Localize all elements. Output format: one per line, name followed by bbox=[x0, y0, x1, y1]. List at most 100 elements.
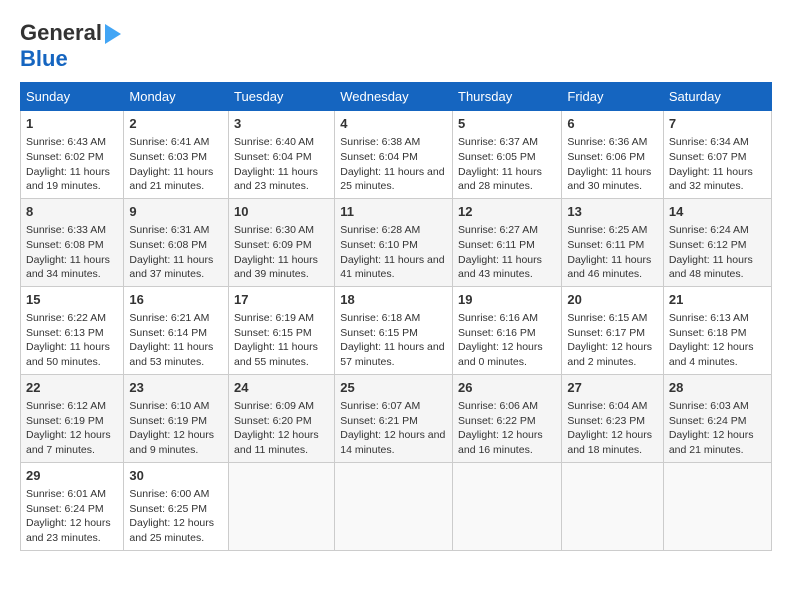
day-number: 24 bbox=[234, 379, 329, 397]
logo: General Blue bbox=[20, 20, 121, 72]
calendar-cell: 24 Sunrise: 6:09 AM Sunset: 6:20 PM Dayligh… bbox=[229, 374, 335, 462]
sunrise-text: Sunrise: 6:37 AM bbox=[458, 136, 538, 148]
daylight-text: Daylight: 11 hours and 32 minutes. bbox=[669, 166, 753, 193]
calendar-cell: 29Sunrise: 6:01 AMSunset: 6:24 PMDayligh… bbox=[21, 462, 124, 550]
daylight-text: Daylight: 11 hours and 57 minutes. bbox=[340, 341, 444, 368]
calendar-cell: 1Sunrise: 6:43 AMSunset: 6:02 PMDaylight… bbox=[21, 111, 124, 199]
daylight-text: Daylight: 11 hours and 25 minutes. bbox=[340, 166, 444, 193]
day-header-wednesday: Wednesday bbox=[335, 83, 453, 111]
day-number: 13 bbox=[567, 203, 657, 221]
calendar-cell: 21Sunrise: 6:13 AMSunset: 6:18 PMDayligh… bbox=[663, 286, 771, 374]
calendar-cell: 12Sunrise: 6:27 AMSunset: 6:11 PMDayligh… bbox=[453, 198, 562, 286]
sunrise-text: Sunrise: 6:25 AM bbox=[567, 224, 647, 236]
calendar-cell: 23Sunrise: 6:10 AMSunset: 6:19 PMDayligh… bbox=[124, 374, 229, 462]
daylight-text: Daylight: 12 hours and 23 minutes. bbox=[26, 517, 111, 544]
daylight-text: Daylight: 12 hours and 16 minutes. bbox=[458, 429, 543, 456]
calendar-week-row: 15Sunrise: 6:22 AMSunset: 6:13 PMDayligh… bbox=[21, 286, 772, 374]
calendar-cell: 28Sunrise: 6:03 AMSunset: 6:24 PMDayligh… bbox=[663, 374, 771, 462]
calendar-cell bbox=[453, 462, 562, 550]
sunrise-text: Sunrise: 6:43 AM bbox=[26, 136, 106, 148]
daylight-text: Daylight: 12 hours and 2 minutes. bbox=[567, 341, 652, 368]
calendar-week-row: 29Sunrise: 6:01 AMSunset: 6:24 PMDayligh… bbox=[21, 462, 772, 550]
sunset-text: Sunset: 6:20 PM bbox=[234, 415, 312, 427]
day-number: 15 bbox=[26, 291, 118, 309]
daylight-text: Daylight: 12 hours and 11 minutes. bbox=[234, 429, 319, 456]
day-number: 5 bbox=[458, 115, 556, 133]
day-header-monday: Monday bbox=[124, 83, 229, 111]
daylight-text: Daylight: 12 hours and 0 minutes. bbox=[458, 341, 543, 368]
daylight-text: Daylight: 11 hours and 53 minutes. bbox=[129, 341, 213, 368]
sunrise-text: Sunrise: 6:24 AM bbox=[669, 224, 749, 236]
calendar-cell: 7Sunrise: 6:34 AMSunset: 6:07 PMDaylight… bbox=[663, 111, 771, 199]
calendar-week-row: 22Sunrise: 6:12 AMSunset: 6:19 PMDayligh… bbox=[21, 374, 772, 462]
daylight-text: Daylight: 12 hours and 14 minutes. bbox=[340, 429, 445, 456]
calendar-cell bbox=[663, 462, 771, 550]
sunset-text: Sunset: 6:08 PM bbox=[26, 239, 104, 251]
sunset-text: Sunset: 6:22 PM bbox=[458, 415, 536, 427]
calendar-cell: 15Sunrise: 6:22 AMSunset: 6:13 PMDayligh… bbox=[21, 286, 124, 374]
daylight-text: Daylight: 11 hours and 23 minutes. bbox=[234, 166, 318, 193]
day-header-friday: Friday bbox=[562, 83, 663, 111]
sunrise-text: Sunrise: 6:04 AM bbox=[567, 400, 647, 412]
day-number: 23 bbox=[129, 379, 223, 397]
sunrise-text: Sunrise: 6:10 AM bbox=[129, 400, 209, 412]
day-number: 6 bbox=[567, 115, 657, 133]
sunset-text: Sunset: 6:14 PM bbox=[129, 327, 207, 339]
calendar-header-row: SundayMondayTuesdayWednesdayThursdayFrid… bbox=[21, 83, 772, 111]
sunrise-text: Sunrise: 6:41 AM bbox=[129, 136, 209, 148]
daylight-text: Daylight: 12 hours and 25 minutes. bbox=[129, 517, 214, 544]
sunrise-text: Sunrise: 6:00 AM bbox=[129, 488, 209, 500]
sunrise-text: Sunrise: 6:09 AM bbox=[234, 400, 314, 412]
day-header-tuesday: Tuesday bbox=[229, 83, 335, 111]
calendar-week-row: 8Sunrise: 6:33 AMSunset: 6:08 PMDaylight… bbox=[21, 198, 772, 286]
day-header-sunday: Sunday bbox=[21, 83, 124, 111]
daylight-text: Daylight: 11 hours and 19 minutes. bbox=[26, 166, 110, 193]
calendar-cell: 9Sunrise: 6:31 AMSunset: 6:08 PMDaylight… bbox=[124, 198, 229, 286]
calendar-cell: 2Sunrise: 6:41 AMSunset: 6:03 PMDaylight… bbox=[124, 111, 229, 199]
sunset-text: Sunset: 6:09 PM bbox=[234, 239, 312, 251]
calendar-cell: 3Sunrise: 6:40 AMSunset: 6:04 PMDaylight… bbox=[229, 111, 335, 199]
logo-blue: Blue bbox=[20, 46, 68, 71]
daylight-text: Daylight: 11 hours and 39 minutes. bbox=[234, 254, 318, 281]
daylight-text: Daylight: 12 hours and 9 minutes. bbox=[129, 429, 214, 456]
day-number: 26 bbox=[458, 379, 556, 397]
daylight-text: Daylight: 11 hours and 46 minutes. bbox=[567, 254, 651, 281]
calendar-cell: 5 Sunrise: 6:37 AM Sunset: 6:05 PM Daylight… bbox=[453, 111, 562, 199]
calendar-cell: 18Sunrise: 6:18 AMSunset: 6:15 PMDayligh… bbox=[335, 286, 453, 374]
sunrise-text: Sunrise: 6:01 AM bbox=[26, 488, 106, 500]
day-number: 10 bbox=[234, 203, 329, 221]
day-number: 2 bbox=[129, 115, 223, 133]
sunset-text: Sunset: 6:11 PM bbox=[567, 239, 644, 251]
sunrise-text: Sunrise: 6:07 AM bbox=[340, 400, 420, 412]
daylight-text: Daylight: 11 hours and 50 minutes. bbox=[26, 341, 110, 368]
daylight-text: Daylight: 11 hours and 28 minutes. bbox=[458, 166, 542, 193]
sunset-text: Sunset: 6:25 PM bbox=[129, 503, 207, 515]
day-number: 7 bbox=[669, 115, 766, 133]
calendar-cell bbox=[229, 462, 335, 550]
sunrise-text: Sunrise: 6:31 AM bbox=[129, 224, 209, 236]
sunset-text: Sunset: 6:07 PM bbox=[669, 151, 747, 163]
day-number: 4 bbox=[340, 115, 447, 133]
sunrise-text: Sunrise: 6:06 AM bbox=[458, 400, 538, 412]
sunset-text: Sunset: 6:12 PM bbox=[669, 239, 747, 251]
sunset-text: Sunset: 6:17 PM bbox=[567, 327, 645, 339]
sunrise-text: Sunrise: 6:38 AM bbox=[340, 136, 420, 148]
calendar-week-row: 1Sunrise: 6:43 AMSunset: 6:02 PMDaylight… bbox=[21, 111, 772, 199]
daylight-text: Daylight: 12 hours and 18 minutes. bbox=[567, 429, 652, 456]
logo-arrow-icon bbox=[105, 24, 121, 44]
sunset-text: Sunset: 6:10 PM bbox=[340, 239, 418, 251]
calendar-cell bbox=[562, 462, 663, 550]
daylight-text: Daylight: 12 hours and 7 minutes. bbox=[26, 429, 111, 456]
sunset-text: Sunset: 6:02 PM bbox=[26, 151, 104, 163]
sunset-text: Sunset: 6:15 PM bbox=[234, 327, 312, 339]
sunset-text: Sunset: 6:13 PM bbox=[26, 327, 104, 339]
sunset-text: Sunset: 6:18 PM bbox=[669, 327, 747, 339]
sunset-text: Sunset: 6:24 PM bbox=[669, 415, 747, 427]
sunset-text: Sunset: 6:05 PM bbox=[458, 151, 536, 163]
sunrise-text: Sunrise: 6:33 AM bbox=[26, 224, 106, 236]
day-number: 25 bbox=[340, 379, 447, 397]
sunrise-text: Sunrise: 6:27 AM bbox=[458, 224, 538, 236]
day-number: 18 bbox=[340, 291, 447, 309]
sunset-text: Sunset: 6:04 PM bbox=[340, 151, 418, 163]
daylight-text: Daylight: 11 hours and 55 minutes. bbox=[234, 341, 318, 368]
